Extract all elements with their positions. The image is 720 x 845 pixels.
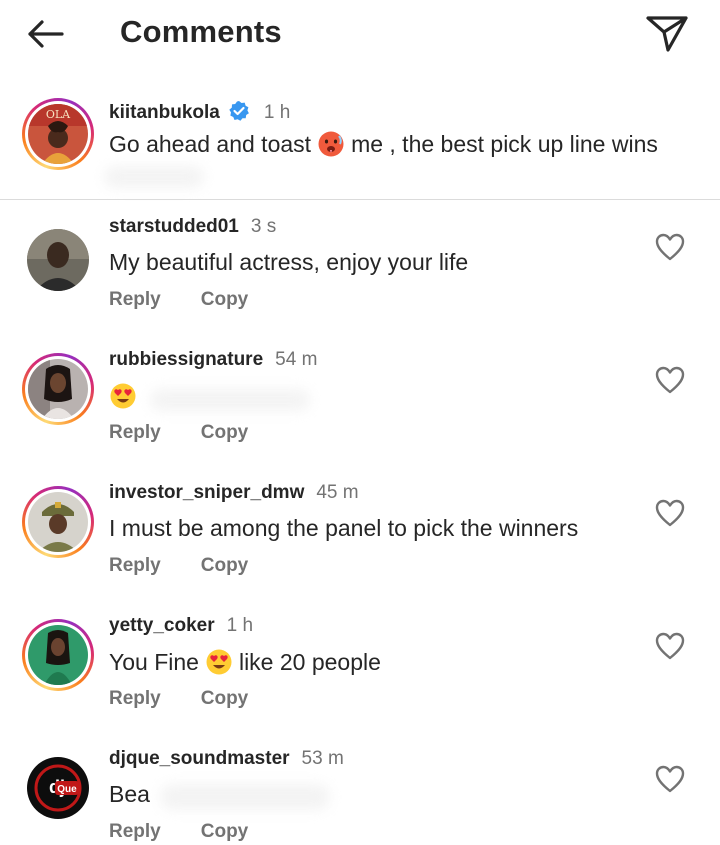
caption-text: Go ahead and toast me , the best pick up… <box>109 130 658 158</box>
hot-face-emoji-icon <box>317 130 345 158</box>
page-title: Comments <box>120 14 282 49</box>
comment-text: You Fine like 20 people <box>109 648 381 676</box>
commenter-username[interactable]: starstudded01 <box>109 216 239 238</box>
copy-button[interactable]: Copy <box>201 422 249 444</box>
commenter-username[interactable]: rubbiessignature <box>109 349 263 371</box>
comment-text: Bea <box>109 781 150 807</box>
comment-item: starstudded01 3 s My beautiful actress, … <box>0 216 720 348</box>
commenter-avatar[interactable] <box>22 224 94 296</box>
like-heart-icon[interactable] <box>654 764 686 794</box>
like-heart-icon[interactable] <box>654 365 686 395</box>
caption-avatar[interactable]: OLA <box>22 98 94 170</box>
heart-eyes-emoji-icon <box>205 648 233 676</box>
copy-button[interactable]: Copy <box>201 289 249 311</box>
comment-item: rubbiessignature 54 m Reply Copy <box>0 349 720 481</box>
reply-button[interactable]: Reply <box>109 821 161 843</box>
comment-time: 1 h <box>226 615 254 636</box>
commenter-avatar[interactable]: dj Que <box>22 752 94 824</box>
copy-button[interactable]: Copy <box>201 688 249 710</box>
avatar-logo-text: OLA <box>46 108 71 121</box>
comment-text: My beautiful actress, enjoy your life <box>109 249 469 275</box>
like-heart-icon[interactable] <box>654 498 686 528</box>
heart-eyes-emoji-icon <box>109 382 137 410</box>
blurred-area <box>150 389 310 411</box>
comment-time: 45 m <box>316 482 359 503</box>
comment-item: investor_sniper_dmw 45 m I must be among… <box>0 482 720 614</box>
back-arrow-icon[interactable] <box>22 14 70 54</box>
comment-time: 53 m <box>301 748 344 769</box>
comment-time: 54 m <box>275 349 318 370</box>
commenter-username[interactable]: djque_soundmaster <box>109 748 290 770</box>
reply-button[interactable]: Reply <box>109 688 161 710</box>
comment-time: 3 s <box>250 216 277 237</box>
share-send-icon[interactable] <box>644 12 690 54</box>
commenter-avatar[interactable] <box>22 353 94 425</box>
caption-time: 1 h <box>263 102 291 123</box>
comment-text: I must be among the panel to pick the wi… <box>109 515 579 541</box>
copy-button[interactable]: Copy <box>201 821 249 843</box>
reply-button[interactable]: Reply <box>109 289 161 311</box>
copy-button[interactable]: Copy <box>201 555 249 577</box>
blurred-area <box>160 784 330 810</box>
commenter-username[interactable]: yetty_coker <box>109 615 215 637</box>
commenter-username[interactable]: investor_sniper_dmw <box>109 482 304 504</box>
like-heart-icon[interactable] <box>654 631 686 661</box>
divider <box>0 199 720 200</box>
verified-badge-icon <box>228 100 250 122</box>
blurred-area <box>104 166 204 188</box>
comment-item: yetty_coker 1 h You Fine like 20 people … <box>0 615 720 747</box>
like-heart-icon[interactable] <box>654 232 686 262</box>
top-bar: Comments <box>0 0 720 68</box>
avatar-logo-text: Que <box>57 784 77 795</box>
comment-text <box>109 382 143 410</box>
comment-item: dj Que djque_soundmaster 53 m Bea Reply … <box>0 748 720 845</box>
reply-button[interactable]: Reply <box>109 555 161 577</box>
commenter-avatar[interactable] <box>22 619 94 691</box>
reply-button[interactable]: Reply <box>109 422 161 444</box>
commenter-avatar[interactable] <box>22 486 94 558</box>
caption-username[interactable]: kiitanbukola <box>109 102 220 124</box>
post-caption: OLA kiitanbukola 1 h Go ahead and toast <box>0 82 720 200</box>
